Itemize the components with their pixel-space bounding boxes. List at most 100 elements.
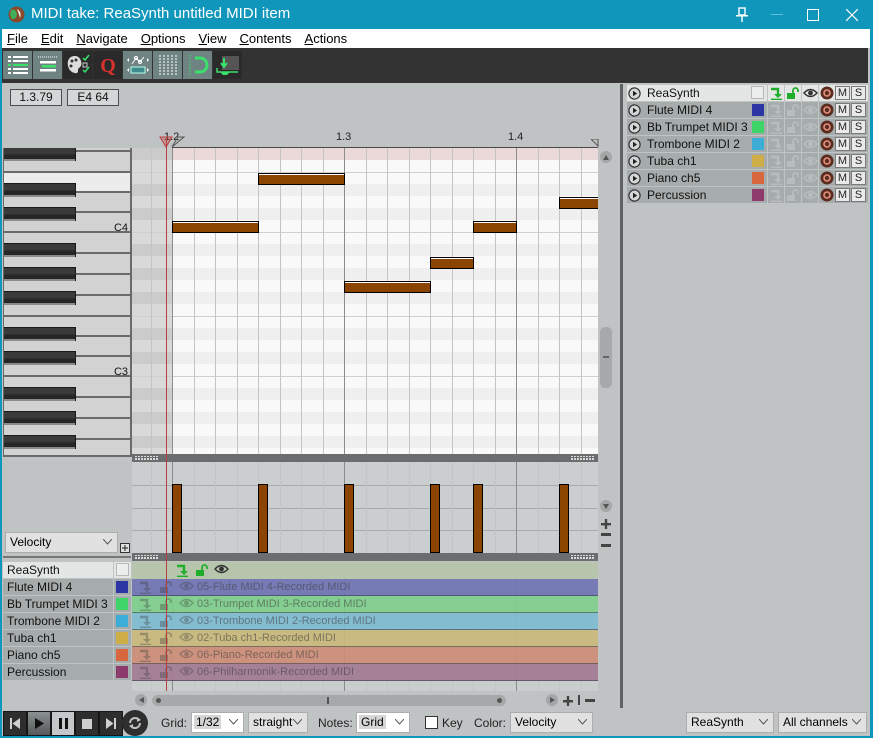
pitch-row[interactable] <box>172 424 598 436</box>
scroll-right-button[interactable] <box>546 694 558 706</box>
track-row[interactable]: Tuba ch1 <box>3 630 131 647</box>
record-input-button[interactable] <box>767 187 784 203</box>
loop-button[interactable] <box>122 710 148 736</box>
track-color-cell[interactable] <box>114 647 131 663</box>
piano-keyboard[interactable]: C4 C3 <box>3 148 132 457</box>
zoom-in-button[interactable] <box>601 518 611 529</box>
skip-to-start-button[interactable] <box>3 711 27 736</box>
track-control-row[interactable]: ReaSynth M S <box>627 85 868 102</box>
pitch-row[interactable] <box>172 148 598 160</box>
track-visibility-cell[interactable] <box>114 562 131 578</box>
track-item-lanes[interactable]: 05-Flute MIDI 4-Recorded MIDI 03-Trumpet … <box>132 562 598 691</box>
solo-button[interactable]: S <box>851 188 866 202</box>
eye-icon[interactable] <box>179 631 194 646</box>
eye-icon[interactable] <box>214 563 229 578</box>
record-input-button[interactable] <box>767 153 784 169</box>
panel-splitter[interactable] <box>620 84 623 708</box>
cc-lane-selector[interactable]: Velocity <box>5 532 118 553</box>
active-track-select[interactable]: ReaSynth <box>686 712 774 733</box>
menu-actions[interactable]: Actions <box>305 31 348 46</box>
record-arm-button[interactable] <box>818 85 835 101</box>
track-list-header[interactable]: ReaSynth <box>3 562 131 579</box>
track-row[interactable]: Trombone MIDI 2 <box>3 613 131 630</box>
h-zoom-in-button[interactable] <box>563 695 573 706</box>
scroll-left-button[interactable] <box>135 694 147 706</box>
black-key[interactable] <box>4 351 76 365</box>
pitch-row[interactable] <box>172 412 598 424</box>
eye-button[interactable] <box>801 102 818 118</box>
menu-file[interactable]: File <box>7 31 28 46</box>
eye-button[interactable] <box>801 187 818 203</box>
step-input-button[interactable] <box>213 51 242 79</box>
timeline-ruler[interactable]: 1.21.31.4 <box>132 130 598 148</box>
quantize-button[interactable]: Q <box>93 51 122 79</box>
midi-item-lane[interactable]: 06-Piano-Recorded MIDI <box>132 647 598 664</box>
resize-grip[interactable] <box>571 555 595 559</box>
record-arm-button[interactable] <box>818 136 835 152</box>
cc-curve-shape-button[interactable] <box>123 51 152 79</box>
eye-icon[interactable] <box>179 648 194 663</box>
track-color-cell[interactable] <box>114 613 131 629</box>
pitch-row[interactable] <box>172 232 598 244</box>
track-color-cell[interactable] <box>750 153 767 169</box>
mute-button[interactable]: M <box>835 120 850 134</box>
black-key[interactable] <box>4 183 76 197</box>
black-key[interactable] <box>4 291 76 305</box>
track-control-row[interactable]: Piano ch5 M S <box>627 170 868 187</box>
black-key[interactable] <box>4 207 76 221</box>
solo-button[interactable]: S <box>851 154 866 168</box>
midi-item-lane[interactable]: 02-Tuba ch1-Recorded MIDI <box>132 630 598 647</box>
toggle-track-list-button[interactable] <box>3 51 32 79</box>
track-control-row[interactable]: Flute MIDI 4 MS <box>627 102 868 119</box>
black-key[interactable] <box>4 243 76 257</box>
grid-lines-button[interactable] <box>153 51 182 79</box>
vertical-scrollbar[interactable] <box>599 148 614 558</box>
record-input-button[interactable] <box>767 102 784 118</box>
record-input-icon[interactable] <box>138 580 152 597</box>
midi-item-lane[interactable]: 03-Trombone MIDI 2-Recorded MIDI <box>132 613 598 630</box>
playhead-marker[interactable] <box>159 136 186 151</box>
record-input-button[interactable] <box>767 85 784 101</box>
maximize-button[interactable] <box>795 0 831 29</box>
track-checkbox[interactable] <box>116 563 129 576</box>
pitch-row[interactable] <box>172 244 598 256</box>
velocity-bar[interactable] <box>172 484 182 553</box>
pitch-row[interactable] <box>172 208 598 220</box>
skip-to-end-button[interactable] <box>99 711 123 736</box>
lock-button[interactable] <box>784 187 801 203</box>
pitch-row[interactable] <box>172 436 598 448</box>
unlock-button[interactable] <box>784 85 801 101</box>
track-color-cell[interactable] <box>750 136 767 152</box>
note-length-combo[interactable]: Grid <box>356 712 410 733</box>
record-input-icon[interactable] <box>138 631 152 648</box>
menu-view[interactable]: View <box>199 31 227 46</box>
stop-button[interactable] <box>75 711 99 736</box>
track-color-cell[interactable] <box>750 119 767 135</box>
track-color-cell[interactable] <box>114 596 131 612</box>
note-color-filter-button[interactable] <box>63 51 92 79</box>
midi-channel-select[interactable]: All channels <box>778 712 867 733</box>
resize-grip[interactable] <box>571 456 595 460</box>
mute-button[interactable]: M <box>835 86 850 100</box>
thumb-right-handle[interactable] <box>497 698 502 703</box>
track-color-cell[interactable] <box>750 85 767 101</box>
resize-grip[interactable] <box>135 456 159 460</box>
solo-button[interactable]: S <box>851 120 866 134</box>
track-color-cell[interactable] <box>750 102 767 118</box>
record-arm-button[interactable] <box>818 170 835 186</box>
eye-button[interactable] <box>801 136 818 152</box>
pitch-row[interactable] <box>172 160 598 172</box>
solo-button[interactable]: S <box>851 86 866 100</box>
key-snap-checkbox[interactable] <box>425 716 438 729</box>
pitch-row[interactable] <box>172 328 598 340</box>
record-input-icon[interactable] <box>138 614 152 631</box>
pitch-row[interactable] <box>172 388 598 400</box>
eye-button[interactable] <box>801 85 818 101</box>
midi-note-a3[interactable] <box>430 257 474 269</box>
play-button[interactable] <box>27 711 51 736</box>
track-row[interactable]: Flute MIDI 4 <box>3 579 131 596</box>
pitch-row[interactable] <box>172 316 598 328</box>
track-play-button[interactable] <box>628 155 641 171</box>
menu-navigate[interactable]: Navigate <box>76 31 127 46</box>
scroll-thumb[interactable] <box>152 695 506 706</box>
